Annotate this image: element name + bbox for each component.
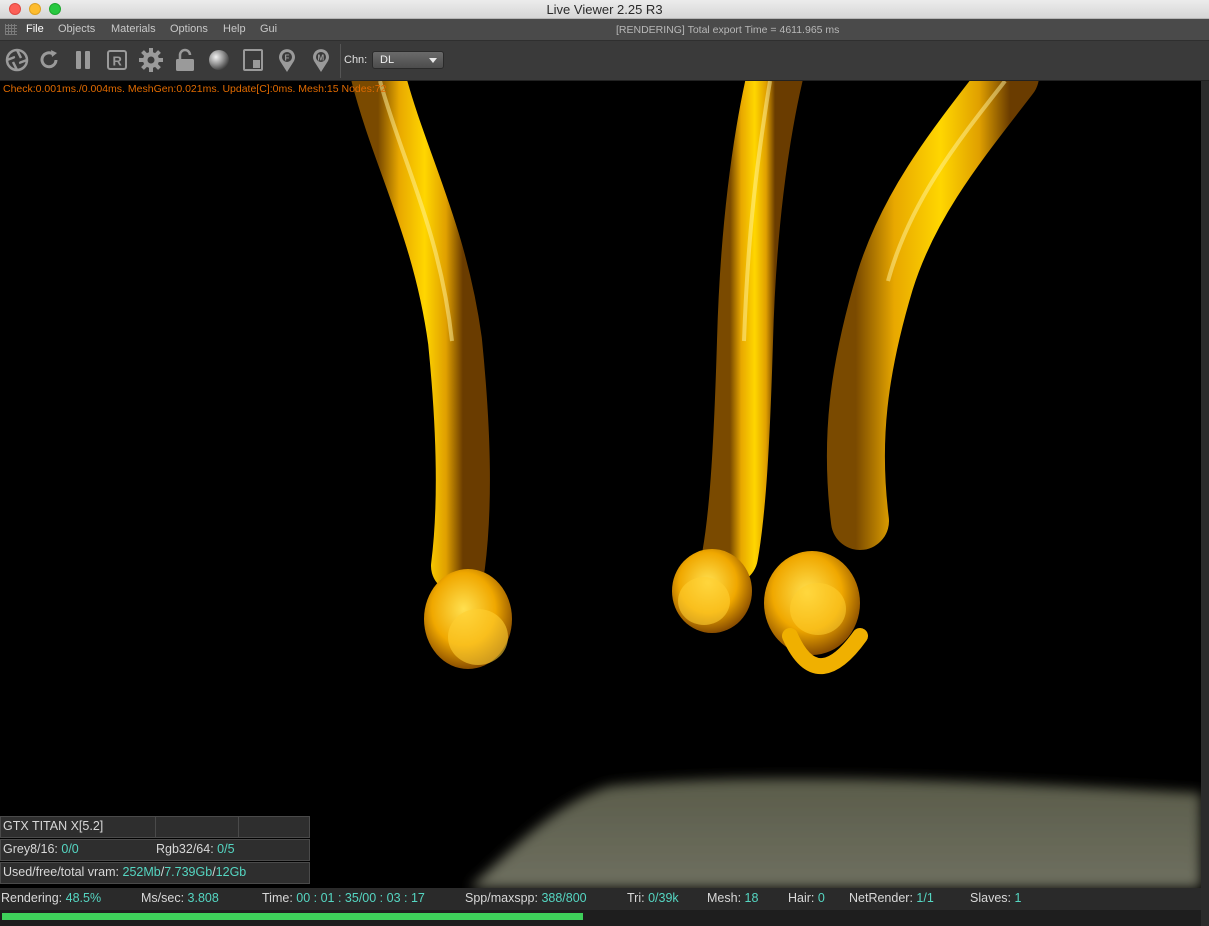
rgb-value: 0/5 <box>217 842 235 856</box>
toolbar-divider <box>340 44 341 78</box>
render-progress-fill <box>2 913 583 920</box>
grip-icon <box>5 24 17 35</box>
rendering-percent: 48.5% <box>65 891 102 905</box>
gpu-device-name: GTX TITAN X[5.2] <box>3 819 104 833</box>
gold-tube-middle <box>702 81 803 584</box>
grey-label: Grey8/16: <box>3 842 58 856</box>
channel-label: Chn: <box>344 54 368 66</box>
stat-rendering: Rendering: 48.5% <box>1 891 102 905</box>
pause-icon[interactable] <box>68 45 98 75</box>
render-status-text: [RENDERING] Total export Time = 4611.965… <box>616 24 840 36</box>
svg-text:F: F <box>285 54 290 63</box>
focus-pin-icon[interactable]: F <box>272 45 302 75</box>
gold-tube-right <box>826 81 1039 550</box>
lock-icon[interactable] <box>170 45 200 75</box>
menu-options[interactable]: Options <box>170 23 208 35</box>
aperture-icon[interactable] <box>2 45 32 75</box>
menu-objects[interactable]: Objects <box>58 23 95 35</box>
stat-netrender: NetRender: 1/1 <box>849 891 934 905</box>
stat-tri: Tri: 0/39k <box>627 891 679 905</box>
toolbar: R F M Chn: DL <box>0 41 1209 81</box>
debug-timing-text: Check:0.001ms./0.004ms. MeshGen:0.021ms.… <box>3 83 387 95</box>
material-pin-icon[interactable]: M <box>306 45 336 75</box>
vram-free: 7.739Gb <box>164 865 213 879</box>
vram-used: 252Mb <box>122 865 161 879</box>
refresh-icon[interactable] <box>34 45 64 75</box>
window-title: Live Viewer 2.25 R3 <box>546 2 663 17</box>
gpu-vram-row: Used/free/total vram: 252Mb/7.739Gb/12Gb <box>0 862 310 884</box>
channel-value: DL <box>380 54 395 66</box>
render-progress-bar <box>0 910 1201 926</box>
vram-label: Used/free/total vram: <box>3 865 120 879</box>
menu-bar: File Objects Materials Options Help Gui … <box>0 19 1209 41</box>
menu-materials[interactable]: Materials <box>111 23 156 35</box>
stat-spp: Spp/maxspp: 388/800 <box>465 891 587 905</box>
rgb-label: Rgb32/64: <box>156 842 214 856</box>
status-bar: Rendering: 48.5% Ms/sec: 3.808 Time: 00 … <box>0 888 1201 910</box>
stat-mesh: Mesh: 18 <box>707 891 759 905</box>
gpu-texture-row: Grey8/16: 0/0 Rgb32/64: 0/5 <box>0 839 310 861</box>
menu-gui[interactable]: Gui <box>260 23 277 35</box>
svg-text:R: R <box>113 54 123 69</box>
gpu-device-row: GTX TITAN X[5.2] <box>0 816 310 838</box>
chevron-down-icon <box>429 58 437 63</box>
region-render-icon[interactable]: R <box>102 45 132 75</box>
window-edge <box>1201 81 1209 926</box>
frame-icon[interactable] <box>238 45 268 75</box>
svg-text:M: M <box>318 54 325 63</box>
stat-hair: Hair: 0 <box>788 891 825 905</box>
rendered-scene <box>351 81 1201 888</box>
grey-value: 0/0 <box>61 842 79 856</box>
vram-total: 12Gb <box>215 865 247 879</box>
title-bar: Live Viewer 2.25 R3 <box>0 0 1209 19</box>
material-sphere-icon[interactable] <box>204 45 234 75</box>
channel-select[interactable]: DL <box>372 51 444 69</box>
menu-help[interactable]: Help <box>223 23 246 35</box>
menu-file[interactable]: File <box>26 23 44 35</box>
stat-ms-per-sec: Ms/sec: 3.808 <box>141 891 219 905</box>
floor-plane <box>470 778 1201 888</box>
stat-time: Time: 00 : 01 : 35/00 : 03 : 17 <box>262 891 425 905</box>
render-viewport[interactable]: Check:0.001ms./0.004ms. MeshGen:0.021ms.… <box>0 81 1201 888</box>
gear-icon[interactable] <box>136 45 166 75</box>
stat-slaves: Slaves: 1 <box>970 891 1022 905</box>
